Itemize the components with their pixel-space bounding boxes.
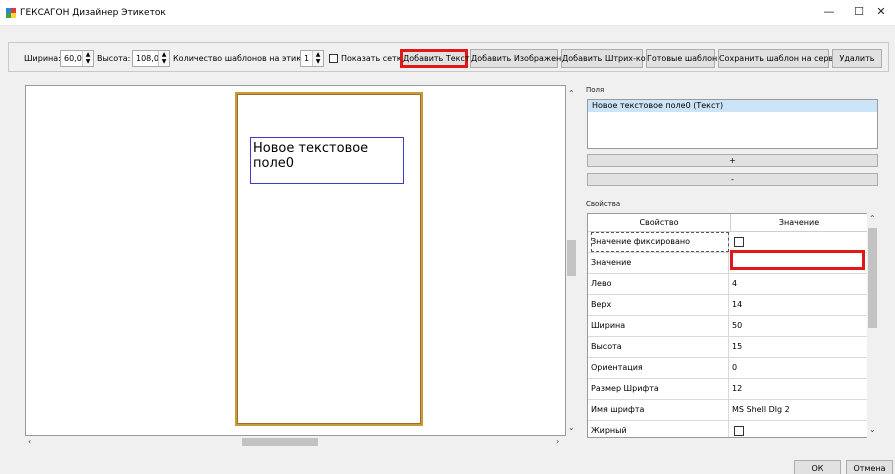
property-name: Размер Шрифта <box>591 379 729 399</box>
scrollbar-thumb[interactable] <box>868 228 877 328</box>
add-barcode-button[interactable]: Добавить Штрих-код <box>561 49 651 68</box>
table-row[interactable]: Жирный <box>588 421 868 437</box>
column-header-value[interactable]: Значение <box>731 214 868 232</box>
table-row[interactable]: Верх 14 <box>588 295 868 316</box>
canvas-vertical-scrollbar[interactable] <box>566 85 578 436</box>
property-name: Ориентация <box>591 358 729 378</box>
canvas-text-field-content: Новое текстовое поле0 <box>253 141 369 171</box>
width-label: Ширина: <box>24 54 61 63</box>
template-count-value: 1 <box>304 54 310 63</box>
table-row[interactable]: Ориентация 0 <box>588 358 868 379</box>
spin-arrows-icon[interactable]: ▲ ▼ <box>82 51 93 66</box>
table-row[interactable]: Ширина 50 <box>588 316 868 337</box>
scrollbar-thumb[interactable] <box>567 240 576 276</box>
table-row[interactable]: Размер Шрифта 12 <box>588 379 868 400</box>
property-name: Ширина <box>591 316 729 336</box>
property-value[interactable]: 50 <box>731 316 868 336</box>
cancel-button[interactable]: Отмена <box>846 460 893 474</box>
property-name: Высота <box>591 337 729 357</box>
spin-arrows-icon[interactable]: ▲ ▼ <box>158 51 169 66</box>
scroll-right-icon[interactable]: › <box>556 437 559 446</box>
fixed-value-checkbox[interactable] <box>734 237 744 247</box>
ok-button[interactable]: ОК <box>794 460 841 474</box>
table-row[interactable]: Высота 15 <box>588 337 868 358</box>
table-row[interactable]: Имя шрифта MS Shell Dlg 2 <box>588 400 868 421</box>
fields-group-title: Поля <box>586 86 605 94</box>
show-grid-label: Показать сетку <box>341 54 407 63</box>
delete-button[interactable]: Удалить <box>832 49 882 68</box>
property-value[interactable]: MS Shell Dlg 2 <box>731 400 868 420</box>
property-name: Значение <box>591 253 729 273</box>
property-name: Имя шрифта <box>591 400 729 420</box>
scroll-up-icon[interactable]: ⌃ <box>869 214 876 223</box>
title-bar: ГЕКСАГОН Дизайнер Этикеток — ☐ ✕ <box>0 0 895 26</box>
fields-list[interactable]: Новое текстовое поле0 (Текст) <box>587 99 878 149</box>
bold-checkbox[interactable] <box>734 426 744 436</box>
property-name: Жирный <box>591 421 729 437</box>
property-value[interactable]: 14 <box>731 295 868 315</box>
properties-scrollbar[interactable] <box>867 213 878 438</box>
property-name: Значение фиксировано <box>591 232 729 252</box>
property-value[interactable]: 15 <box>731 337 868 357</box>
width-value: 60,0 <box>64 54 82 63</box>
ready-templates-button[interactable]: Готовые шаблоны <box>646 49 724 68</box>
app-logo-icon <box>6 8 16 18</box>
scrollbar-thumb[interactable] <box>242 438 318 446</box>
canvas-horizontal-scrollbar[interactable] <box>25 436 566 448</box>
height-value: 108,0 <box>136 54 159 63</box>
show-grid-checkbox[interactable] <box>329 54 338 63</box>
minimize-button[interactable]: — <box>815 2 843 22</box>
remove-field-button[interactable]: - <box>587 173 878 186</box>
template-count-spinbox[interactable]: 1 ▲ ▼ <box>300 50 324 67</box>
properties-group-title: Свойства <box>586 200 621 208</box>
property-value[interactable]: 12 <box>731 379 868 399</box>
scroll-up-icon[interactable]: ⌃ <box>568 89 575 98</box>
add-image-button[interactable]: Добавить Изображение <box>470 49 571 68</box>
scroll-down-icon[interactable]: ⌄ <box>869 425 876 434</box>
width-spinbox[interactable]: 60,0 ▲ ▼ <box>60 50 94 67</box>
height-spinbox[interactable]: 108,0 ▲ ▼ <box>132 50 170 67</box>
scroll-down-icon[interactable]: ⌄ <box>568 423 575 432</box>
close-button[interactable]: ✕ <box>867 2 895 22</box>
property-name: Верх <box>591 295 729 315</box>
property-value[interactable]: 0 <box>731 358 868 378</box>
add-field-button[interactable]: + <box>587 154 878 167</box>
list-item[interactable]: Новое текстовое поле0 (Текст) <box>588 100 877 112</box>
height-label: Высота: <box>97 54 131 63</box>
canvas-text-field[interactable]: Новое текстовое поле0 <box>250 137 404 184</box>
save-template-server-button[interactable]: Сохранить шаблон на сервере <box>718 49 848 68</box>
value-edit-field[interactable] <box>730 250 865 270</box>
table-row[interactable]: Лево 4 <box>588 274 868 295</box>
scroll-left-icon[interactable]: ‹ <box>28 437 31 446</box>
property-value[interactable]: 4 <box>731 274 868 294</box>
column-header-property[interactable]: Свойство <box>588 214 731 232</box>
window-title: ГЕКСАГОН Дизайнер Этикеток <box>20 8 166 18</box>
spin-arrows-icon[interactable]: ▲ ▼ <box>312 51 323 66</box>
properties-table: Свойство Значение Значение фиксировано З… <box>587 213 878 438</box>
add-text-button[interactable]: Добавить Текст <box>400 49 470 68</box>
property-name: Лево <box>591 274 729 294</box>
